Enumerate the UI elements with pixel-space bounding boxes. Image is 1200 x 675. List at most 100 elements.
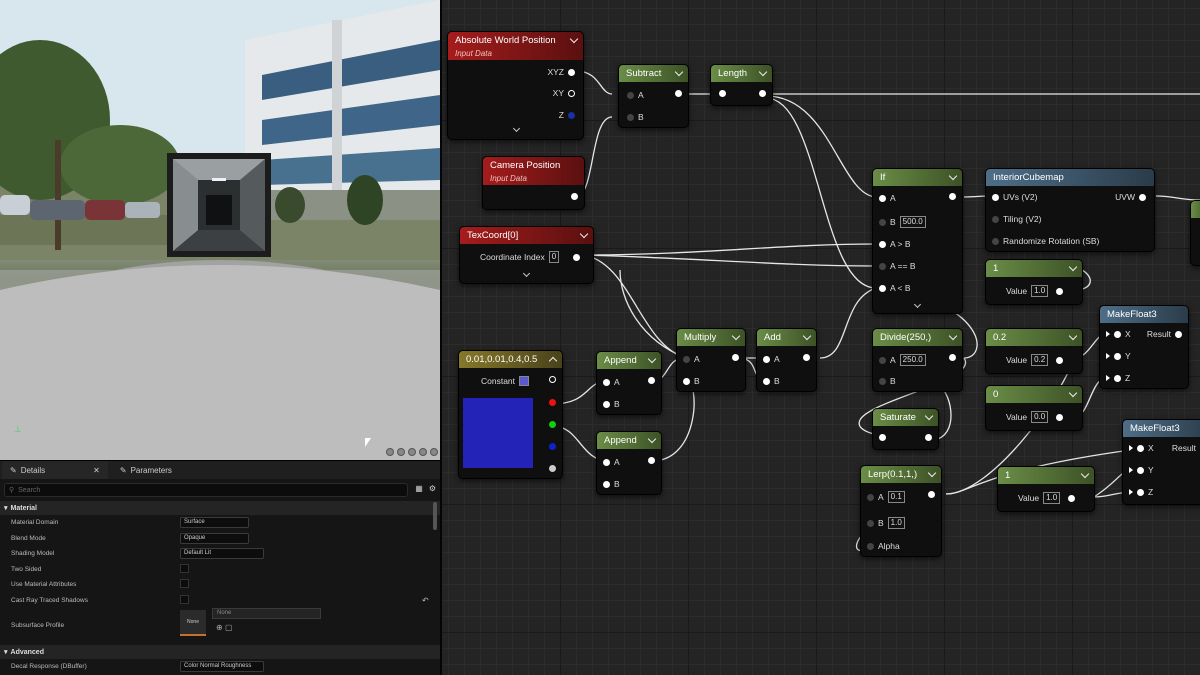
pin-b[interactable]: B bbox=[683, 376, 700, 386]
chevron-down-icon[interactable] bbox=[758, 67, 768, 77]
node-saturate[interactable]: Saturate bbox=[872, 408, 939, 450]
chevron-down-icon[interactable] bbox=[731, 331, 741, 341]
blend-mode-dropdown[interactable]: Opaque bbox=[180, 532, 249, 544]
node-texcoord[interactable]: TexCoord[0] Coordinate Index 0 bbox=[459, 226, 594, 284]
pin-a[interactable] bbox=[549, 465, 556, 472]
pin-output[interactable] bbox=[571, 193, 578, 200]
pin-output[interactable] bbox=[928, 491, 935, 498]
chevron-down-icon[interactable] bbox=[802, 331, 812, 341]
pin-constant[interactable]: Constant bbox=[481, 376, 530, 386]
material-domain-dropdown[interactable]: Surface bbox=[180, 517, 249, 529]
chevron-down-icon[interactable] bbox=[924, 411, 934, 421]
pin-a[interactable]: A bbox=[627, 90, 644, 100]
pin-value[interactable]: Value 1.0 bbox=[1006, 285, 1064, 297]
pin-coordinate-index[interactable]: Coordinate Index 0 bbox=[480, 251, 581, 263]
reset-arrow-icon[interactable]: ↶ bbox=[422, 596, 429, 605]
decal-response-dropdown[interactable]: Color Normal Roughness bbox=[180, 661, 264, 673]
chevron-down-icon[interactable] bbox=[647, 354, 657, 364]
chevron-down-icon[interactable] bbox=[1068, 388, 1078, 398]
pin-b[interactable]: B bbox=[603, 399, 620, 409]
pin-b[interactable]: B 500.0 bbox=[879, 216, 926, 228]
pin-a[interactable]: A 0.1 bbox=[867, 491, 905, 503]
pin-output[interactable] bbox=[675, 90, 682, 97]
node-constant-1-b[interactable]: 1 Value 1.0 bbox=[997, 466, 1095, 512]
pin-z[interactable]: Z bbox=[559, 110, 575, 120]
preview-cube-icon[interactable] bbox=[419, 448, 427, 456]
subsurface-profile-dropdown[interactable]: None bbox=[212, 608, 321, 619]
pin-tiling[interactable]: Tiling (V2) bbox=[992, 214, 1041, 224]
cast-ray-traced-shadows-checkbox[interactable] bbox=[180, 594, 189, 604]
node-length[interactable]: Length bbox=[710, 64, 773, 106]
pin-g[interactable] bbox=[549, 421, 556, 428]
chevron-down-icon[interactable] bbox=[1068, 331, 1078, 341]
tab-details[interactable]: ✎ Details ✕ bbox=[2, 461, 108, 479]
folder-icon[interactable]: ▢ bbox=[225, 623, 233, 632]
pin-output[interactable] bbox=[759, 90, 766, 97]
browse-icon[interactable]: ⊕ bbox=[216, 623, 223, 632]
pin-uvs[interactable]: UVs (V2) bbox=[992, 192, 1037, 202]
expand-arrow-icon[interactable] bbox=[512, 124, 521, 133]
pin-x[interactable]: X bbox=[1106, 329, 1131, 339]
chevron-up-icon[interactable] bbox=[548, 356, 558, 366]
pin-xyz[interactable]: XYZ bbox=[547, 67, 575, 77]
node-constant-1[interactable]: 1 Value 1.0 bbox=[985, 259, 1083, 305]
node-interior-cubemap[interactable]: InteriorCubemap UVs (V2) UVW Tiling (V2)… bbox=[985, 168, 1155, 252]
pin-a[interactable]: A bbox=[603, 457, 620, 467]
value-field[interactable]: 0.2 bbox=[1031, 354, 1049, 366]
shading-model-dropdown[interactable]: Default Lit bbox=[180, 548, 264, 560]
chevron-down-icon[interactable] bbox=[948, 171, 958, 181]
pin-output[interactable] bbox=[549, 376, 556, 383]
subsurface-thumbnail-button[interactable]: None bbox=[180, 610, 206, 636]
value-field[interactable]: 1.0 bbox=[1031, 285, 1049, 297]
pin-xy[interactable]: XY bbox=[553, 88, 575, 98]
a-value-field[interactable]: 0.1 bbox=[887, 491, 905, 503]
use-material-attributes-checkbox[interactable] bbox=[180, 579, 189, 589]
preview-sphere-icon[interactable] bbox=[397, 448, 405, 456]
section-material[interactable]: ▾ Material bbox=[0, 501, 440, 515]
pin-value[interactable]: Value 1.0 bbox=[1018, 492, 1076, 504]
pin-input[interactable] bbox=[879, 434, 886, 441]
pin-a[interactable]: A bbox=[683, 354, 700, 364]
value-field[interactable]: 1.0 bbox=[1043, 492, 1061, 504]
pin-z[interactable]: Z bbox=[1106, 373, 1130, 383]
a-value-field[interactable]: 250.0 bbox=[899, 354, 926, 366]
preview-plane-icon[interactable] bbox=[408, 448, 416, 456]
b-value-field[interactable]: 1.0 bbox=[887, 517, 905, 529]
pin-y[interactable]: Y bbox=[1106, 351, 1131, 361]
table-view-icon[interactable]: ▦ bbox=[415, 484, 423, 493]
details-search-input[interactable]: ⚲ Search bbox=[4, 483, 408, 497]
node-absolute-world-position[interactable]: Absolute World Position Input Data XYZ XY… bbox=[447, 31, 584, 140]
settings-gear-icon[interactable]: ⚙ bbox=[429, 484, 436, 493]
node-if[interactable]: If A B 500.0 A > B A == B A < B bbox=[872, 168, 963, 314]
pin-output[interactable] bbox=[803, 354, 810, 361]
expand-arrow-icon[interactable] bbox=[913, 300, 922, 309]
expand-arrow-icon[interactable] bbox=[522, 269, 531, 278]
node-append-2[interactable]: Append A B bbox=[596, 431, 662, 495]
pin-result[interactable]: Result bbox=[1147, 329, 1182, 339]
pin-b[interactable]: B bbox=[603, 479, 620, 489]
pin-r[interactable] bbox=[549, 399, 556, 406]
node-multiply[interactable]: Multiply A B bbox=[676, 328, 746, 392]
chevron-down-icon[interactable] bbox=[1068, 262, 1078, 272]
pin-output[interactable] bbox=[949, 354, 956, 361]
tab-parameters[interactable]: ✎ Parameters bbox=[112, 461, 180, 479]
pin-a-lt-b[interactable]: A < B bbox=[879, 283, 911, 293]
chevron-down-icon[interactable] bbox=[569, 34, 579, 44]
pin-output[interactable] bbox=[648, 377, 655, 384]
pin-result[interactable]: Result bbox=[1172, 443, 1200, 453]
pin-value[interactable]: Value 0.2 bbox=[1006, 354, 1064, 366]
pin-randomize-rotation[interactable]: Randomize Rotation (SB) bbox=[992, 236, 1099, 246]
details-scrollbar[interactable] bbox=[433, 502, 437, 530]
node-lerp[interactable]: Lerp(0.1,1,) A 0.1 B 1.0 Alpha bbox=[860, 465, 942, 557]
node-divide[interactable]: Divide(250,) A 250.0 B bbox=[872, 328, 963, 392]
pin-output[interactable] bbox=[925, 434, 932, 441]
pin-a[interactable]: A bbox=[603, 377, 620, 387]
node-add[interactable]: Add A B bbox=[756, 328, 817, 392]
chevron-down-icon[interactable] bbox=[674, 67, 684, 77]
node-makefloat3-b[interactable]: MakeFloat3 X Result Y Z bbox=[1122, 419, 1200, 505]
chevron-down-icon[interactable] bbox=[579, 229, 589, 239]
pin-b[interactable]: B bbox=[763, 376, 780, 386]
pin-alpha[interactable]: Alpha bbox=[867, 541, 900, 551]
preview-cylinder-icon[interactable] bbox=[386, 448, 394, 456]
preview-shape-buttons[interactable] bbox=[386, 448, 438, 456]
